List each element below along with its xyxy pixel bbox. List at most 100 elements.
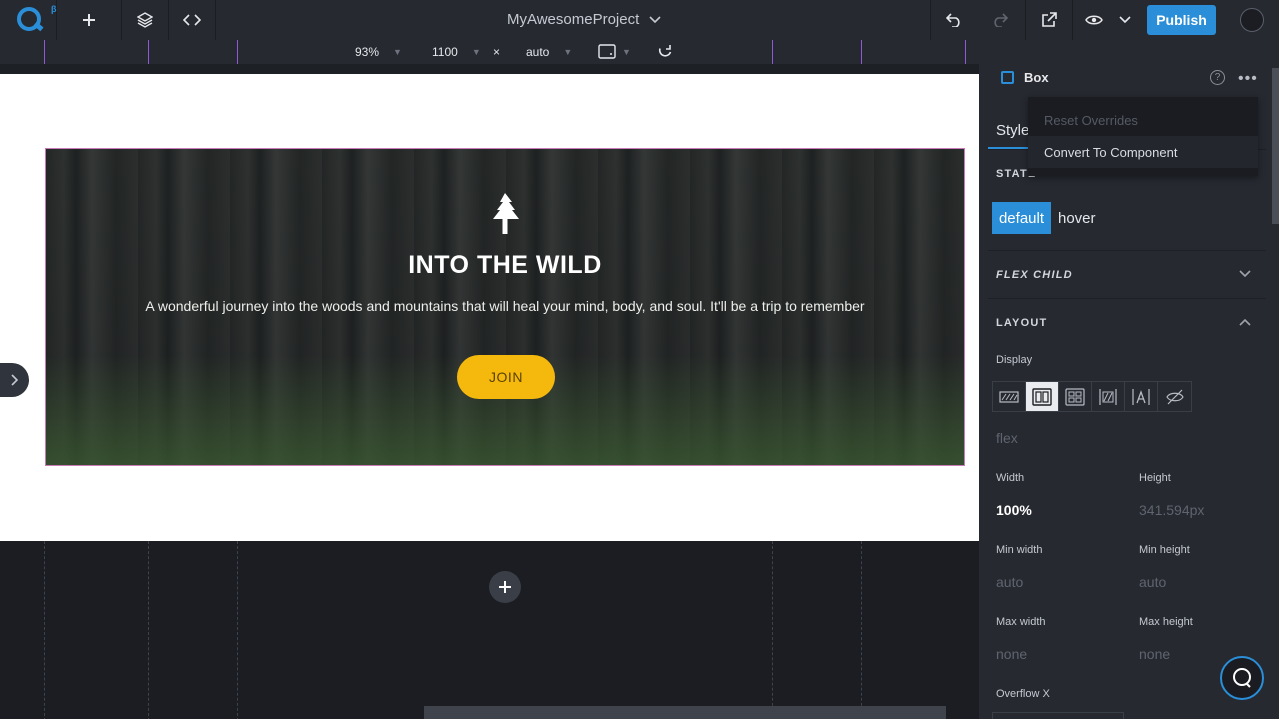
display-inline-button[interactable]: [1125, 382, 1158, 411]
beta-badge: β: [51, 4, 57, 14]
times-symbol: ×: [493, 45, 501, 59]
add-button[interactable]: [57, 0, 121, 40]
more-options-icon[interactable]: •••: [1238, 70, 1258, 88]
min-width-label: Min width: [996, 544, 1043, 556]
display-label: Display: [996, 354, 1033, 366]
width-label: Width: [996, 472, 1025, 484]
menu-item-convert-to-component[interactable]: Convert To Component: [1044, 145, 1177, 160]
max-height-label: Max height: [1139, 616, 1193, 628]
plus-icon: [83, 14, 95, 26]
guide-line: [861, 40, 862, 64]
publish-button[interactable]: Publish: [1147, 5, 1216, 35]
element-name: Box: [1024, 70, 1049, 85]
guide-dashed: [772, 541, 773, 719]
chat-support-button[interactable]: [1220, 656, 1264, 700]
guide-dashed: [861, 541, 862, 719]
height-value: auto: [526, 45, 550, 59]
layers-button[interactable]: [122, 0, 168, 40]
more-options-menu: Reset Overrides Convert To Component: [1028, 97, 1258, 176]
join-button[interactable]: JOIN: [457, 355, 555, 399]
add-section-button[interactable]: [489, 571, 521, 603]
max-height-input[interactable]: none: [1139, 646, 1170, 662]
project-title: MyAwesomeProject: [507, 11, 640, 28]
code-button[interactable]: [169, 0, 215, 40]
width-input[interactable]: 100%: [996, 502, 1032, 518]
overflow-x-toggle-group[interactable]: [992, 712, 1124, 719]
preview-button[interactable]: [1080, 0, 1108, 40]
canvas[interactable]: INTO THE WILD A wonderful journey into t…: [0, 64, 979, 719]
divider: [988, 250, 1266, 251]
project-selector[interactable]: MyAwesomeProject: [507, 11, 661, 28]
min-height-input[interactable]: auto: [1139, 574, 1166, 590]
hero-box[interactable]: INTO THE WILD A wonderful journey into t…: [45, 148, 965, 466]
tree-icon: [493, 193, 519, 234]
guide-dashed: [237, 541, 238, 719]
eye-icon: [1085, 15, 1103, 25]
chevron-down-icon[interactable]: [1239, 270, 1251, 278]
canvas-top-strip: [0, 64, 979, 74]
app-logo[interactable]: β: [0, 0, 57, 40]
width-select[interactable]: 1100 ▼: [432, 45, 481, 59]
chevron-right-icon: [10, 374, 18, 386]
guide-line: [148, 40, 149, 64]
guide-dashed: [148, 541, 149, 719]
avatar[interactable]: [1240, 8, 1264, 32]
display-grid-button[interactable]: [1059, 382, 1092, 411]
hero-title: INTO THE WILD: [408, 251, 602, 279]
flex-child-section[interactable]: FLEX CHILD: [996, 269, 1073, 281]
device-icon: [598, 44, 616, 59]
caret-down-icon: ▼: [563, 47, 573, 57]
device-select[interactable]: ▼: [598, 44, 631, 59]
max-width-input[interactable]: none: [996, 646, 1027, 662]
plus-icon: [499, 581, 511, 593]
zoom-value: 93%: [355, 45, 380, 59]
menu-item-reset-overrides[interactable]: Reset Overrides: [1044, 113, 1138, 128]
hero-subtitle: A wonderful journey into the woods and m…: [145, 298, 865, 314]
display-flex-icon: [1032, 387, 1052, 406]
overflow-x-label: Overflow X: [996, 688, 1050, 700]
caret-down-icon: ▼: [622, 46, 631, 57]
eye-off-icon: [1165, 389, 1184, 404]
min-width-input[interactable]: auto: [996, 574, 1023, 590]
display-none-button[interactable]: [1158, 382, 1191, 411]
help-icon[interactable]: ?: [1210, 70, 1225, 85]
external-link-icon: [1042, 12, 1057, 27]
divider: [1072, 0, 1073, 40]
layers-icon: [137, 12, 153, 28]
guide-dashed: [44, 541, 45, 719]
max-width-label: Max width: [996, 616, 1046, 628]
open-external-button[interactable]: [1026, 0, 1072, 40]
undo-button[interactable]: [931, 0, 977, 40]
preview-options-button[interactable]: [1114, 0, 1136, 40]
state-hover-button[interactable]: hover: [1058, 210, 1096, 227]
chevron-up-icon[interactable]: [1239, 318, 1251, 326]
tab-style[interactable]: Style: [996, 122, 1029, 139]
guide-line: [772, 40, 773, 64]
canvas-toolbar: 93% ▼ 1100 ▼ × auto ▼ ▼: [0, 40, 979, 64]
display-toggle-group: [992, 381, 1192, 412]
display-block-button[interactable]: [993, 382, 1026, 411]
layout-section[interactable]: LAYOUT: [996, 317, 1047, 329]
dimension-separator: ×: [493, 45, 500, 59]
height-select[interactable]: auto ▼: [526, 45, 572, 59]
zoom-select[interactable]: 93% ▼: [355, 45, 402, 59]
horizontal-scrollbar[interactable]: [424, 706, 946, 719]
caret-down-icon: ▼: [393, 47, 402, 57]
display-inline-block-icon: [1099, 388, 1117, 405]
redo-icon: [994, 13, 1008, 27]
state-default-button[interactable]: default: [992, 202, 1051, 234]
display-grid-icon: [1065, 387, 1085, 406]
min-height-label: Min height: [1139, 544, 1190, 556]
height-input[interactable]: 341.594px: [1139, 502, 1204, 518]
width-value: 1100: [432, 45, 458, 59]
divider: [215, 0, 216, 40]
top-toolbar: β MyAwesomeProject Publish: [0, 0, 1279, 40]
guide-line: [44, 40, 45, 64]
panel-scrollbar[interactable]: [1272, 68, 1279, 224]
refresh-button[interactable]: [657, 44, 673, 60]
display-flex-button[interactable]: [1026, 382, 1059, 411]
chevron-down-icon: [649, 15, 661, 23]
display-inline-block-button[interactable]: [1092, 382, 1125, 411]
divider: [988, 298, 1266, 299]
redo-button[interactable]: [977, 0, 1023, 40]
